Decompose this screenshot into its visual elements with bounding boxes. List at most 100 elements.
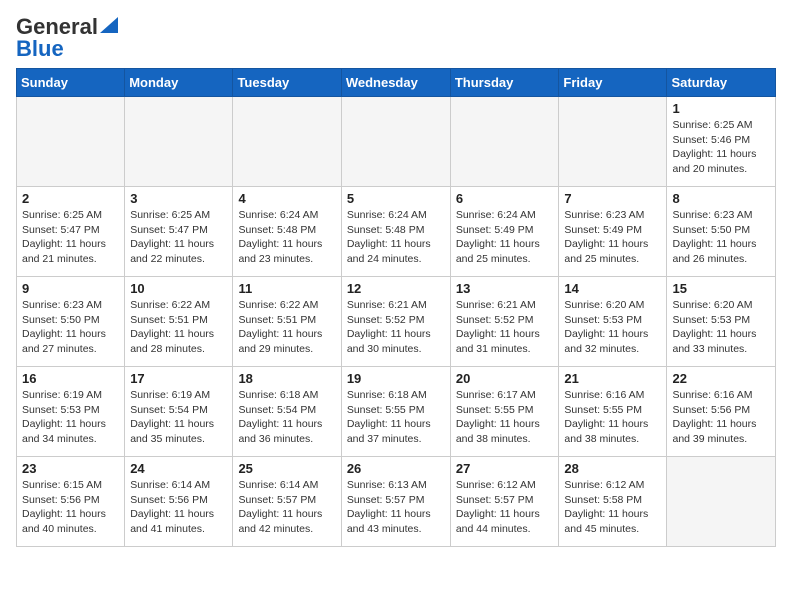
calendar-day-cell: 10 Sunrise: 6:22 AM Sunset: 5:51 PM Dayli… — [125, 277, 233, 367]
day-number: 23 — [22, 461, 119, 476]
day-number: 18 — [238, 371, 335, 386]
day-number: 22 — [672, 371, 770, 386]
calendar-day-cell: 28Sunrise: 6:12 AM Sunset: 5:58 PM Dayli… — [559, 457, 667, 547]
calendar-day-cell — [17, 97, 125, 187]
calendar-day-cell — [233, 97, 341, 187]
day-number: 2 — [22, 191, 119, 206]
day-number: 1 — [672, 101, 770, 116]
calendar-day-cell: 3 Sunrise: 6:25 AM Sunset: 5:47 PM Daylig… — [125, 187, 233, 277]
calendar-day-cell: 8 Sunrise: 6:23 AM Sunset: 5:50 PM Daylig… — [667, 187, 776, 277]
calendar-day-cell — [667, 457, 776, 547]
day-number: 3 — [130, 191, 227, 206]
calendar-day-cell: 17 Sunrise: 6:19 AM Sunset: 5:54 PM Dayli… — [125, 367, 233, 457]
day-info: Sunrise: 6:24 AM Sunset: 5:48 PM Dayligh… — [347, 208, 445, 267]
day-number: 7 — [564, 191, 661, 206]
day-number: 20 — [456, 371, 554, 386]
weekday-header-thursday: Thursday — [450, 69, 559, 97]
weekday-header-wednesday: Wednesday — [341, 69, 450, 97]
logo-general-text: General — [16, 16, 98, 38]
calendar-day-cell: 1 Sunrise: 6:25 AM Sunset: 5:46 PM Daylig… — [667, 97, 776, 187]
calendar-week-row: 23 Sunrise: 6:15 AM Sunset: 5:56 PM Dayli… — [17, 457, 776, 547]
calendar-day-cell: 6 Sunrise: 6:24 AM Sunset: 5:49 PM Daylig… — [450, 187, 559, 277]
weekday-header-tuesday: Tuesday — [233, 69, 341, 97]
day-info: Sunrise: 6:25 AM Sunset: 5:46 PM Dayligh… — [672, 118, 770, 177]
calendar-day-cell: 20 Sunrise: 6:17 AM Sunset: 5:55 PM Dayli… — [450, 367, 559, 457]
day-info: Sunrise: 6:23 AM Sunset: 5:50 PM Dayligh… — [672, 208, 770, 267]
calendar-day-cell: 19 Sunrise: 6:18 AM Sunset: 5:55 PM Dayli… — [341, 367, 450, 457]
day-info: Sunrise: 6:17 AM Sunset: 5:55 PM Dayligh… — [456, 388, 554, 447]
calendar-day-cell: 27 Sunrise: 6:12 AM Sunset: 5:57 PM Dayli… — [450, 457, 559, 547]
calendar-day-cell: 22 Sunrise: 6:16 AM Sunset: 5:56 PM Dayli… — [667, 367, 776, 457]
day-number: 19 — [347, 371, 445, 386]
calendar-day-cell: 18 Sunrise: 6:18 AM Sunset: 5:54 PM Dayli… — [233, 367, 341, 457]
day-number: 14 — [564, 281, 661, 296]
calendar-table: SundayMondayTuesdayWednesdayThursdayFrid… — [16, 68, 776, 547]
calendar-day-cell — [559, 97, 667, 187]
day-number: 4 — [238, 191, 335, 206]
day-number: 13 — [456, 281, 554, 296]
calendar-day-cell: 21Sunrise: 6:16 AM Sunset: 5:55 PM Dayli… — [559, 367, 667, 457]
day-number: 28 — [564, 461, 661, 476]
calendar-day-cell: 9 Sunrise: 6:23 AM Sunset: 5:50 PM Daylig… — [17, 277, 125, 367]
calendar-day-cell: 5 Sunrise: 6:24 AM Sunset: 5:48 PM Daylig… — [341, 187, 450, 277]
day-number: 16 — [22, 371, 119, 386]
day-info: Sunrise: 6:13 AM Sunset: 5:57 PM Dayligh… — [347, 478, 445, 537]
logo: General Blue — [16, 16, 118, 60]
calendar-day-cell: 23 Sunrise: 6:15 AM Sunset: 5:56 PM Dayli… — [17, 457, 125, 547]
day-number: 27 — [456, 461, 554, 476]
calendar-day-cell: 12 Sunrise: 6:21 AM Sunset: 5:52 PM Dayli… — [341, 277, 450, 367]
calendar-day-cell: 14 Sunrise: 6:20 AM Sunset: 5:53 PM Dayli… — [559, 277, 667, 367]
day-info: Sunrise: 6:14 AM Sunset: 5:56 PM Dayligh… — [130, 478, 227, 537]
calendar-day-cell — [450, 97, 559, 187]
day-info: Sunrise: 6:16 AM Sunset: 5:56 PM Dayligh… — [672, 388, 770, 447]
day-number: 25 — [238, 461, 335, 476]
day-number: 12 — [347, 281, 445, 296]
day-info: Sunrise: 6:19 AM Sunset: 5:54 PM Dayligh… — [130, 388, 227, 447]
day-info: Sunrise: 6:18 AM Sunset: 5:54 PM Dayligh… — [238, 388, 335, 447]
page-header: General Blue — [16, 16, 776, 60]
calendar-day-cell: 25 Sunrise: 6:14 AM Sunset: 5:57 PM Dayli… — [233, 457, 341, 547]
weekday-header-sunday: Sunday — [17, 69, 125, 97]
day-info: Sunrise: 6:24 AM Sunset: 5:48 PM Dayligh… — [238, 208, 335, 267]
day-info: Sunrise: 6:20 AM Sunset: 5:53 PM Dayligh… — [564, 298, 661, 357]
day-number: 26 — [347, 461, 445, 476]
day-number: 9 — [22, 281, 119, 296]
weekday-header-saturday: Saturday — [667, 69, 776, 97]
day-info: Sunrise: 6:14 AM Sunset: 5:57 PM Dayligh… — [238, 478, 335, 537]
calendar-week-row: 9 Sunrise: 6:23 AM Sunset: 5:50 PM Daylig… — [17, 277, 776, 367]
day-info: Sunrise: 6:20 AM Sunset: 5:53 PM Dayligh… — [672, 298, 770, 357]
day-number: 24 — [130, 461, 227, 476]
day-info: Sunrise: 6:19 AM Sunset: 5:53 PM Dayligh… — [22, 388, 119, 447]
day-number: 10 — [130, 281, 227, 296]
day-info: Sunrise: 6:12 AM Sunset: 5:57 PM Dayligh… — [456, 478, 554, 537]
calendar-week-row: 16 Sunrise: 6:19 AM Sunset: 5:53 PM Dayli… — [17, 367, 776, 457]
day-number: 8 — [672, 191, 770, 206]
day-info: Sunrise: 6:18 AM Sunset: 5:55 PM Dayligh… — [347, 388, 445, 447]
day-number: 6 — [456, 191, 554, 206]
day-info: Sunrise: 6:23 AM Sunset: 5:49 PM Dayligh… — [564, 208, 661, 267]
calendar-day-cell: 16 Sunrise: 6:19 AM Sunset: 5:53 PM Dayli… — [17, 367, 125, 457]
day-number: 17 — [130, 371, 227, 386]
weekday-header-monday: Monday — [125, 69, 233, 97]
day-info: Sunrise: 6:25 AM Sunset: 5:47 PM Dayligh… — [130, 208, 227, 267]
calendar-day-cell: 4 Sunrise: 6:24 AM Sunset: 5:48 PM Daylig… — [233, 187, 341, 277]
day-number: 5 — [347, 191, 445, 206]
day-info: Sunrise: 6:22 AM Sunset: 5:51 PM Dayligh… — [238, 298, 335, 357]
calendar-day-cell: 7 Sunrise: 6:23 AM Sunset: 5:49 PM Daylig… — [559, 187, 667, 277]
day-info: Sunrise: 6:21 AM Sunset: 5:52 PM Dayligh… — [456, 298, 554, 357]
day-info: Sunrise: 6:23 AM Sunset: 5:50 PM Dayligh… — [22, 298, 119, 357]
calendar-week-row: 1 Sunrise: 6:25 AM Sunset: 5:46 PM Daylig… — [17, 97, 776, 187]
calendar-day-cell: 15 Sunrise: 6:20 AM Sunset: 5:53 PM Dayli… — [667, 277, 776, 367]
day-info: Sunrise: 6:21 AM Sunset: 5:52 PM Dayligh… — [347, 298, 445, 357]
calendar-day-cell: 24 Sunrise: 6:14 AM Sunset: 5:56 PM Dayli… — [125, 457, 233, 547]
day-number: 15 — [672, 281, 770, 296]
day-info: Sunrise: 6:24 AM Sunset: 5:49 PM Dayligh… — [456, 208, 554, 267]
calendar-header-row: SundayMondayTuesdayWednesdayThursdayFrid… — [17, 69, 776, 97]
calendar-day-cell: 13 Sunrise: 6:21 AM Sunset: 5:52 PM Dayli… — [450, 277, 559, 367]
weekday-header-friday: Friday — [559, 69, 667, 97]
calendar-week-row: 2 Sunrise: 6:25 AM Sunset: 5:47 PM Daylig… — [17, 187, 776, 277]
day-info: Sunrise: 6:22 AM Sunset: 5:51 PM Dayligh… — [130, 298, 227, 357]
calendar-day-cell — [341, 97, 450, 187]
logo-arrow-icon — [100, 17, 118, 33]
day-info: Sunrise: 6:15 AM Sunset: 5:56 PM Dayligh… — [22, 478, 119, 537]
